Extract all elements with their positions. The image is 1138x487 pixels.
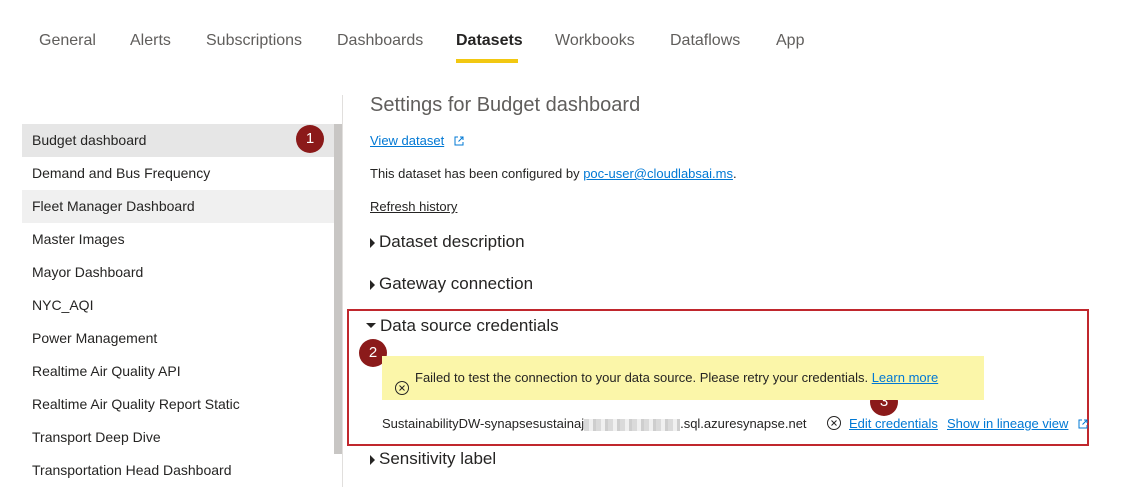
tab-subscriptions[interactable]: Subscriptions — [206, 32, 302, 50]
dataset-item-transport-deep-dive[interactable]: Transport Deep Dive — [22, 421, 334, 454]
dataset-item-realtime-air-quality-report-static[interactable]: Realtime Air Quality Report Static — [22, 388, 334, 421]
dataset-item-demand-bus-frequency[interactable]: Demand and Bus Frequency — [22, 157, 334, 190]
external-link-icon — [1078, 417, 1088, 432]
callout-marker-1: 1 — [296, 125, 324, 153]
tab-general[interactable]: General — [39, 32, 96, 50]
redacted-text — [584, 418, 681, 431]
dataset-item-label: NYC_AQI — [32, 297, 94, 313]
source-name-suffix: .sql.azuresynapse.net — [680, 416, 807, 431]
configured-by-text: This dataset has been configured by poc-… — [370, 166, 737, 181]
show-lineage-link[interactable]: Show in lineage view — [947, 416, 1088, 432]
dataset-item-label: Transportation Head Dashboard — [32, 462, 232, 478]
panel-divider — [342, 95, 343, 487]
expand-icon — [370, 454, 375, 465]
dataset-item-label: Demand and Bus Frequency — [32, 165, 211, 181]
view-dataset-link[interactable]: View dataset — [370, 133, 464, 149]
dataset-item-nyc-aqi[interactable]: NYC_AQI — [22, 289, 334, 322]
learn-more-link[interactable]: Learn more — [872, 370, 938, 385]
tab-app[interactable]: App — [776, 32, 804, 50]
error-text: Failed to test the connection to your da… — [415, 370, 869, 385]
credential-error-icon — [826, 415, 842, 436]
connection-error-banner: Failed to test the connection to your da… — [382, 356, 984, 400]
dataset-item-label: Realtime Air Quality API — [32, 363, 181, 379]
error-circle-icon — [394, 370, 410, 414]
dataset-list: Budget dashboard Demand and Bus Frequenc… — [22, 124, 334, 487]
dataset-item-power-management[interactable]: Power Management — [22, 322, 334, 355]
tab-dashboards[interactable]: Dashboards — [337, 32, 423, 50]
external-link-icon — [454, 134, 464, 149]
tab-datasets[interactable]: Datasets — [456, 32, 523, 50]
settings-tabs: General Alerts Subscriptions Dashboards … — [0, 0, 1138, 70]
dataset-item-realtime-air-quality-api[interactable]: Realtime Air Quality API — [22, 355, 334, 388]
dataset-item-label: Transport Deep Dive — [32, 429, 161, 445]
dataset-list-scrollbar[interactable] — [334, 124, 342, 454]
configured-prefix: This dataset has been configured by — [370, 166, 584, 181]
expand-icon — [370, 279, 375, 290]
expand-icon — [370, 237, 375, 248]
section-label: Dataset description — [379, 232, 525, 251]
data-source-row: SustainabilityDW-synapsesustainaj .sql.az… — [382, 416, 807, 431]
edit-credentials-link[interactable]: Edit credentials — [849, 416, 938, 431]
section-label: Sensitivity label — [379, 449, 497, 468]
tab-alerts[interactable]: Alerts — [130, 32, 171, 50]
show-lineage-label: Show in lineage view — [947, 416, 1069, 431]
tab-dataflows[interactable]: Dataflows — [670, 32, 740, 50]
dataset-item-master-images[interactable]: Master Images — [22, 223, 334, 256]
dataset-item-fleet-manager-dashboard[interactable]: Fleet Manager Dashboard — [22, 190, 334, 223]
dataset-item-mayor-dashboard[interactable]: Mayor Dashboard — [22, 256, 334, 289]
dataset-item-label: Realtime Air Quality Report Static — [32, 396, 240, 412]
configured-user-link[interactable]: poc-user@cloudlabsai.ms — [583, 166, 733, 181]
section-label: Gateway connection — [379, 274, 534, 293]
refresh-history-link[interactable]: Refresh history — [370, 199, 457, 214]
dataset-item-label: Fleet Manager Dashboard — [32, 198, 195, 214]
section-sensitivity-label[interactable]: Sensitivity label — [370, 449, 496, 469]
active-tab-indicator — [456, 59, 518, 63]
dataset-item-label: Power Management — [32, 330, 158, 346]
dataset-item-label: Mayor Dashboard — [32, 264, 144, 280]
tab-workbooks[interactable]: Workbooks — [555, 32, 635, 50]
dataset-item-label: Master Images — [32, 231, 125, 247]
dataset-item-transportation-head-dashboard[interactable]: Transportation Head Dashboard — [22, 454, 334, 487]
view-dataset-label: View dataset — [370, 133, 445, 148]
dataset-item-label: Budget dashboard — [32, 132, 147, 148]
dataset-item-budget-dashboard[interactable]: Budget dashboard — [22, 124, 334, 157]
configured-suffix: . — [732, 166, 737, 181]
page-title: Settings for Budget dashboard — [370, 94, 641, 116]
section-gateway-connection[interactable]: Gateway connection — [370, 274, 533, 294]
section-dataset-description[interactable]: Dataset description — [370, 232, 525, 252]
error-message: Failed to test the connection to your da… — [415, 356, 938, 400]
source-name-prefix: SustainabilityDW-synapsesustainaj — [382, 416, 585, 431]
